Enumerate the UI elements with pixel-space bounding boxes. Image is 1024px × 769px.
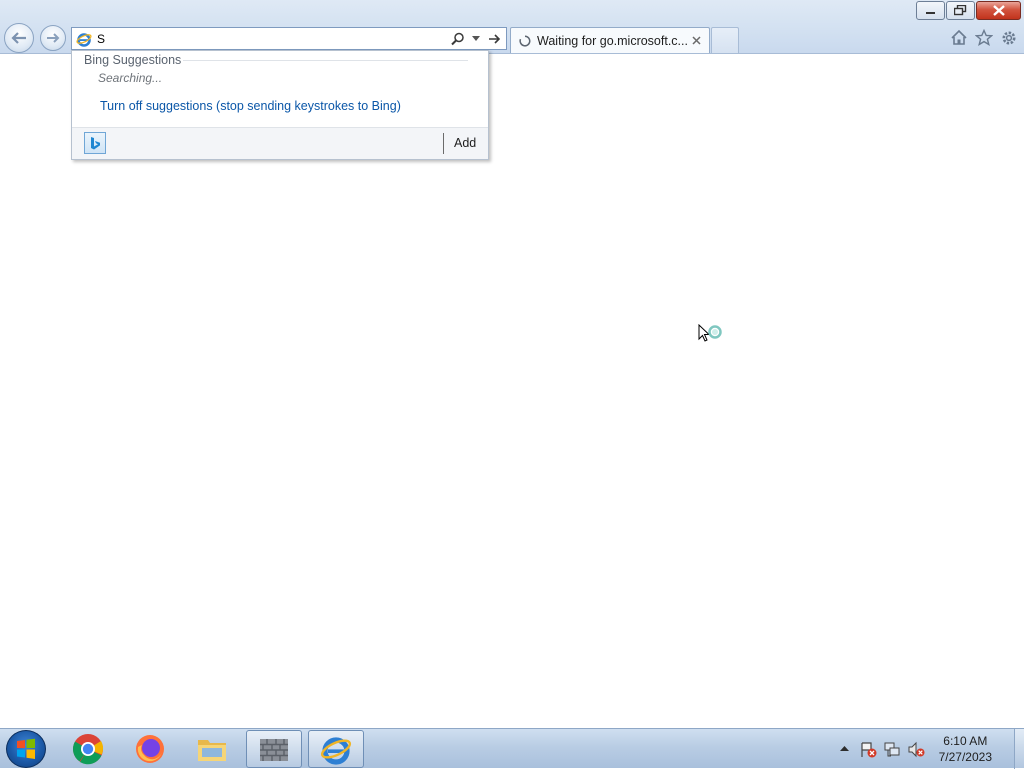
minimize-icon bbox=[926, 12, 935, 14]
add-provider-button[interactable]: Add bbox=[454, 136, 476, 150]
search-button[interactable] bbox=[450, 31, 466, 47]
action-center-button[interactable] bbox=[860, 741, 877, 758]
loading-spinner-icon bbox=[519, 34, 531, 47]
chevron-up-icon bbox=[839, 746, 849, 751]
close-window-button[interactable] bbox=[976, 1, 1021, 20]
new-tab-button[interactable] bbox=[711, 27, 739, 53]
chevron-down-icon bbox=[471, 35, 480, 41]
file-explorer-icon bbox=[198, 740, 226, 761]
divider bbox=[183, 60, 468, 61]
back-button[interactable] bbox=[4, 23, 34, 53]
internet-explorer-icon bbox=[76, 32, 92, 47]
close-icon bbox=[691, 36, 701, 45]
bing-provider-button[interactable] bbox=[84, 132, 106, 154]
bing-icon bbox=[91, 136, 100, 149]
busy-cursor-icon bbox=[698, 324, 722, 342]
home-icon bbox=[950, 29, 967, 45]
chrome-icon bbox=[72, 734, 103, 765]
windows-logo-icon bbox=[17, 738, 35, 759]
start-button[interactable] bbox=[6, 730, 46, 768]
tools-button[interactable] bbox=[999, 28, 1018, 47]
taskbar-file-explorer[interactable] bbox=[184, 730, 240, 768]
minimize-button[interactable] bbox=[916, 1, 945, 20]
suggestions-status: Searching... bbox=[98, 71, 163, 85]
arrow-left-icon bbox=[11, 32, 26, 44]
show-desktop-button[interactable] bbox=[1014, 729, 1024, 769]
taskbar: 6:10 AM 7/27/2023 bbox=[0, 728, 1024, 769]
restore-button[interactable] bbox=[946, 1, 975, 20]
system-tray: 6:10 AM 7/27/2023 bbox=[836, 729, 1024, 769]
arrow-right-icon bbox=[488, 33, 500, 44]
browser-toolbar: Waiting for go.microsoft.c... bbox=[0, 0, 1024, 54]
star-icon bbox=[974, 29, 993, 46]
address-input[interactable] bbox=[92, 28, 450, 49]
suggestions-header: Bing Suggestions bbox=[84, 53, 182, 67]
search-icon bbox=[451, 32, 464, 45]
turn-off-suggestions-link[interactable]: Turn off suggestions (stop sending keyst… bbox=[100, 99, 401, 113]
close-tab-button[interactable] bbox=[689, 34, 703, 48]
go-button[interactable] bbox=[486, 31, 502, 47]
toolbar-right-icons bbox=[949, 28, 1018, 47]
clock-time: 6:10 AM bbox=[943, 734, 988, 748]
taskbar-internet-explorer[interactable] bbox=[308, 730, 364, 768]
flag-warning-icon bbox=[861, 741, 877, 757]
taskbar-firewall[interactable] bbox=[246, 730, 302, 768]
show-hidden-icons-button[interactable] bbox=[836, 741, 853, 758]
search-suggestions-dropdown: Bing Suggestions Searching... Turn off s… bbox=[71, 50, 489, 160]
arrow-right-icon bbox=[46, 33, 59, 43]
taskbar-chrome[interactable] bbox=[60, 730, 116, 768]
gear-icon bbox=[1002, 31, 1015, 44]
window-controls bbox=[916, 1, 1021, 20]
favorites-button[interactable] bbox=[974, 28, 993, 47]
close-icon bbox=[992, 5, 1005, 16]
internet-explorer-icon bbox=[320, 737, 352, 765]
dropdown-button[interactable] bbox=[468, 31, 484, 47]
taskbar-firefox[interactable] bbox=[122, 730, 178, 768]
forward-button[interactable] bbox=[40, 25, 66, 51]
volume-button[interactable] bbox=[908, 741, 925, 758]
network-icon bbox=[884, 742, 900, 756]
tab-loading[interactable]: Waiting for go.microsoft.c... bbox=[510, 27, 710, 53]
volume-muted-icon bbox=[908, 741, 925, 757]
address-bar[interactable] bbox=[71, 27, 507, 50]
firefox-icon bbox=[136, 735, 164, 763]
firewall-icon bbox=[260, 739, 288, 761]
network-button[interactable] bbox=[884, 741, 901, 758]
clock[interactable]: 6:10 AM 7/27/2023 bbox=[939, 733, 992, 765]
tab-title: Waiting for go.microsoft.c... bbox=[537, 33, 688, 48]
divider bbox=[443, 133, 444, 154]
search-providers-bar: Add bbox=[72, 127, 488, 159]
tray-icons bbox=[836, 741, 925, 758]
home-button[interactable] bbox=[949, 28, 968, 47]
restore-icon bbox=[954, 5, 967, 16]
clock-date: 7/27/2023 bbox=[938, 750, 992, 764]
address-tools bbox=[450, 31, 506, 47]
